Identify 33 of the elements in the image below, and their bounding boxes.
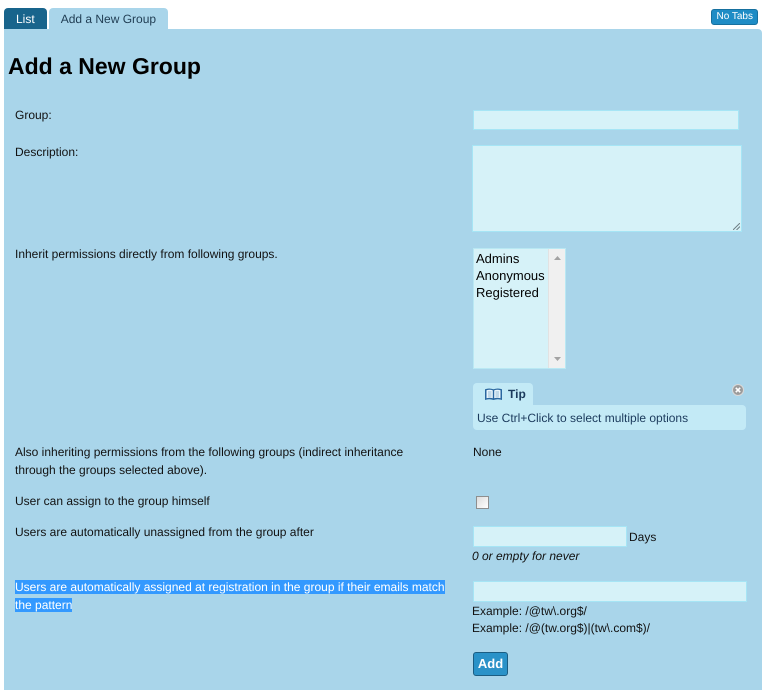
checkbox[interactable] (476, 496, 489, 509)
book-icon (485, 388, 502, 400)
text-input[interactable] (473, 110, 739, 130)
inherited-groups-value: None (473, 444, 502, 461)
example-text: Example: /@tw\.org$/ (472, 603, 588, 620)
unit-label: Days (629, 528, 656, 546)
pattern-input[interactable] (473, 581, 747, 602)
tip-text: Use Ctrl+Click to select multiple options (477, 410, 688, 426)
down-arrow-icon[interactable] (554, 357, 560, 361)
no-tabs-button[interactable]: No Tabs (711, 9, 758, 25)
page-title: Add a New Group (8, 52, 202, 80)
resize-grip-icon[interactable] (733, 223, 740, 230)
tab[interactable]: Add a New Group (48, 8, 168, 29)
field-label: Description: (15, 144, 78, 161)
field-label: Inherit permissions directly from following groups. (15, 246, 278, 263)
textarea-field[interactable] (472, 145, 742, 232)
scrollbar[interactable] (548, 249, 565, 368)
hint-text: 0 or empty for never (472, 548, 581, 565)
tip-title: Tip (508, 386, 526, 403)
field-label: Also inheriting permissions from the following groups (indirect inheritance through the groups selected above). (15, 444, 404, 479)
field-label: Group: (15, 107, 52, 124)
listbox[interactable]: Admins Anonymous Registered (473, 248, 566, 369)
example-text: Example: /@(tw.org$)|(tw\.com$)/ (472, 620, 650, 637)
field-label: Users are automatically assigned at registration in the group if their emails match the pattern (15, 579, 446, 614)
tab[interactable]: List (4, 8, 47, 29)
days-input[interactable] (473, 526, 627, 547)
list-option[interactable]: Registered (476, 284, 548, 301)
up-arrow-icon[interactable] (554, 256, 560, 260)
list-option[interactable]: Admins (476, 250, 548, 267)
close-icon[interactable] (732, 384, 744, 396)
field-label: Users are automatically unassigned from the group after (15, 524, 314, 541)
field-label: User can assign to the group himself (15, 493, 210, 510)
list-option[interactable]: Anonymous (476, 267, 548, 284)
